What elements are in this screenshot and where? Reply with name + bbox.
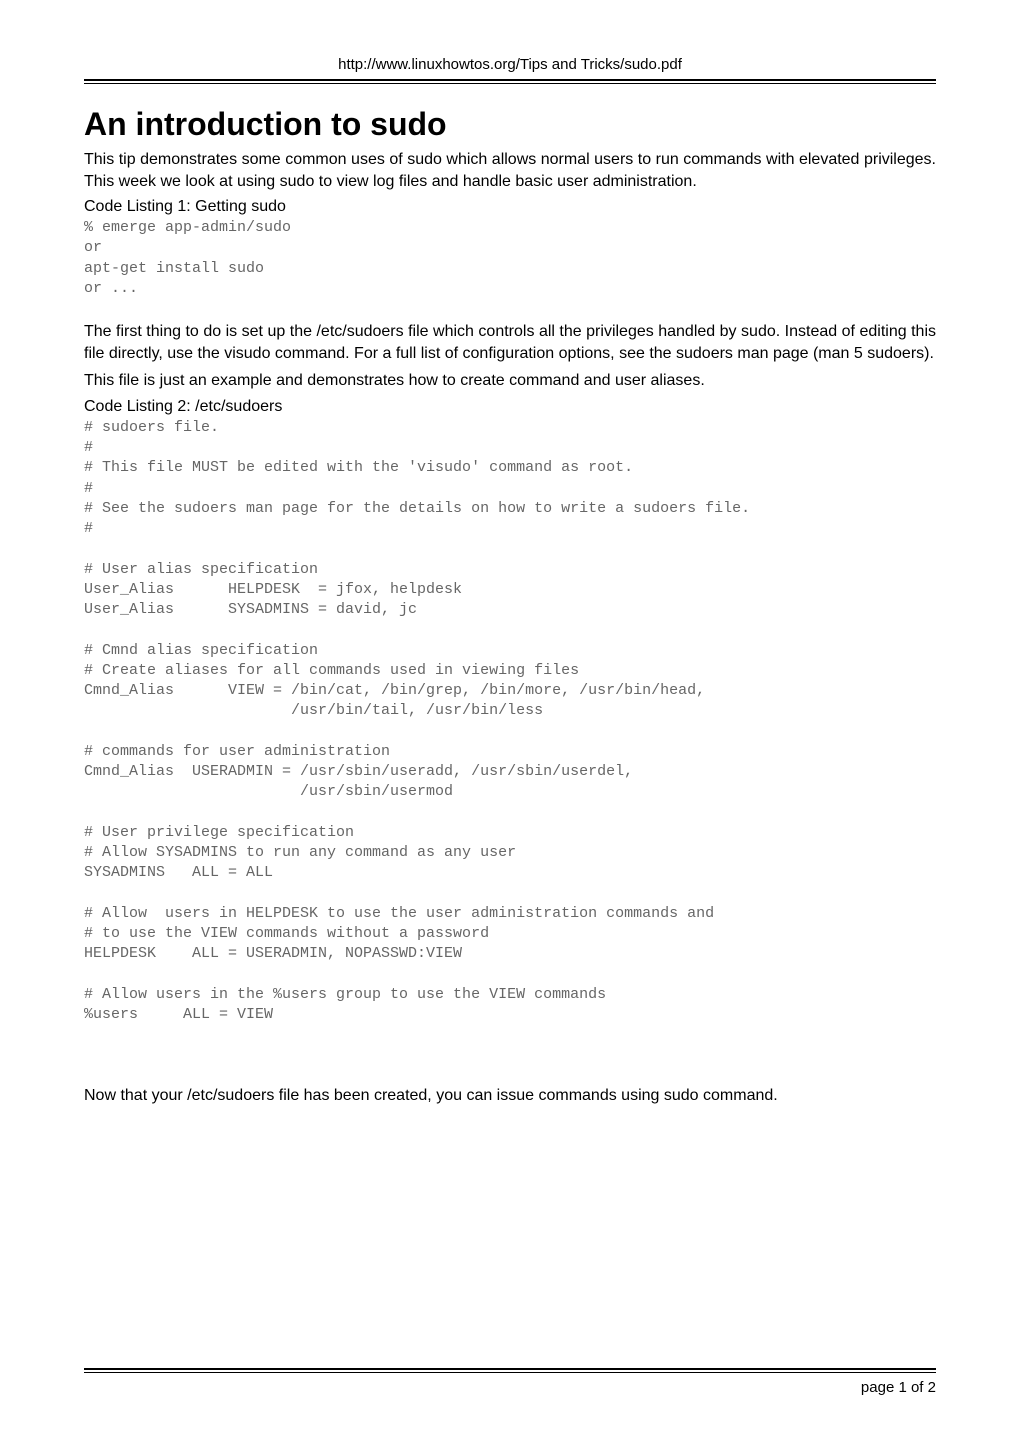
header-url: http://www.linuxhowtos.org/Tips and Tric… — [84, 56, 936, 73]
page-number: page 1 of 2 — [84, 1379, 936, 1396]
listing2-title: Code Listing 2: /etc/sudoers — [84, 398, 936, 416]
header-rule-thick — [84, 79, 936, 81]
listing2-code: # sudoers file. # # This file MUST be ed… — [84, 418, 936, 1026]
intro-paragraph: This tip demonstrates some common uses o… — [84, 149, 936, 192]
page-title: An introduction to sudo — [84, 106, 936, 143]
paragraph-outro: Now that your /etc/sudoers file has been… — [84, 1085, 936, 1107]
footer-rule-thick — [84, 1368, 936, 1370]
header-rule-thin — [84, 83, 936, 84]
paragraph-example: This file is just an example and demonst… — [84, 370, 936, 392]
paragraph-sudoers: The first thing to do is set up the /etc… — [84, 321, 936, 364]
page-container: http://www.linuxhowtos.org/Tips and Tric… — [0, 0, 1020, 1442]
listing1-title: Code Listing 1: Getting sudo — [84, 198, 936, 216]
listing1-code: % emerge app-admin/sudo or apt-get insta… — [84, 218, 936, 299]
footer: page 1 of 2 — [84, 1368, 936, 1396]
footer-rule-thin — [84, 1372, 936, 1373]
